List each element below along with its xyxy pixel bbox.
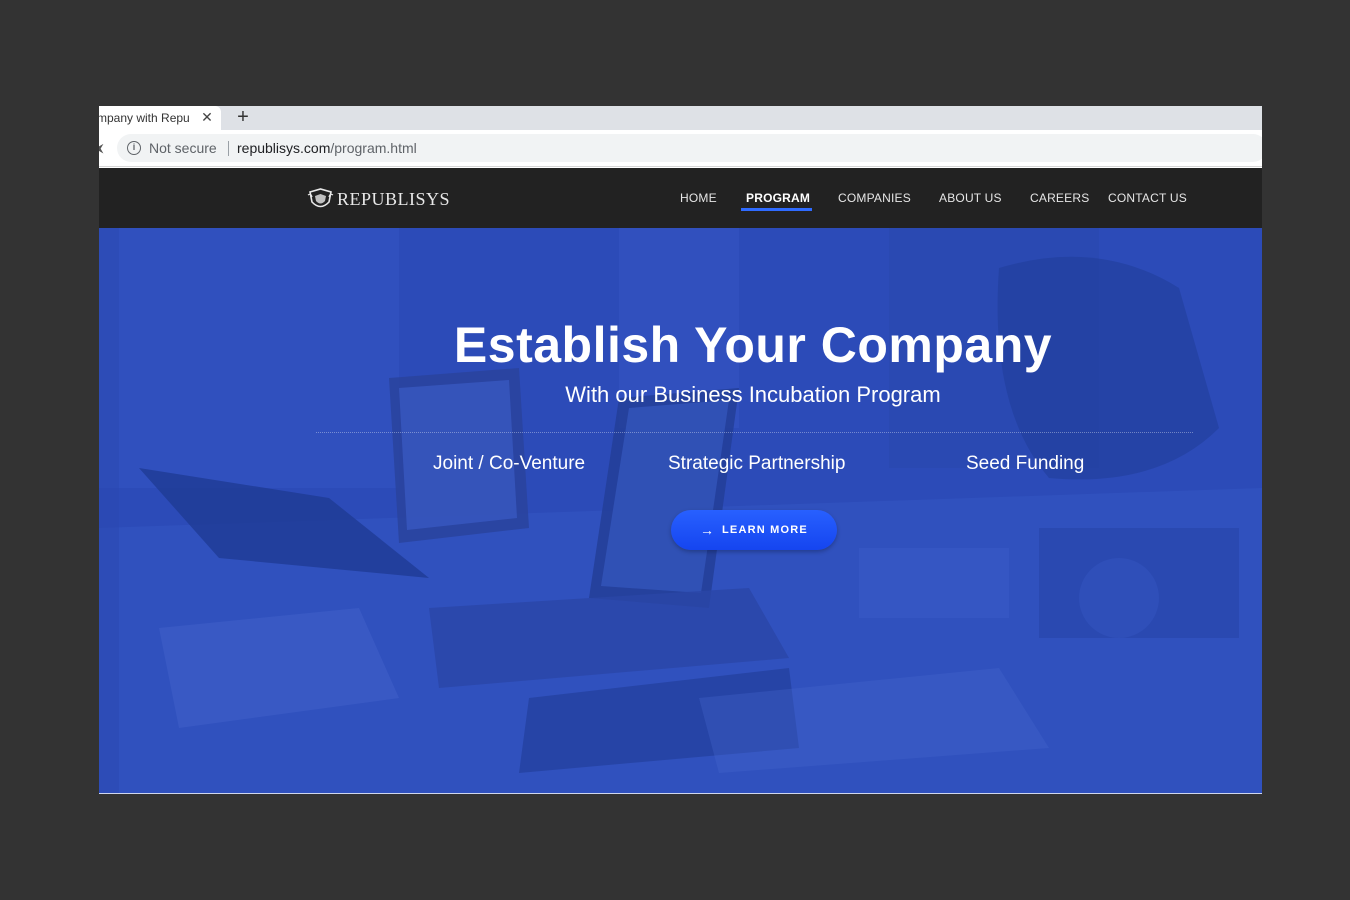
brand-logo[interactable]: REPUBLISYS	[307, 186, 450, 212]
url-text[interactable]: republisys.com/program.html	[237, 140, 417, 156]
close-tab-icon[interactable]: ✕	[200, 110, 214, 124]
tab-strip: mpany with Repu ✕ +	[99, 106, 1262, 130]
browser-toolbar: ⮜ i Not secure republisys.com/program.ht…	[99, 130, 1262, 167]
feature-joint-venture: Joint / Co-Venture	[433, 453, 586, 474]
nav-home[interactable]: HOME	[680, 191, 717, 205]
address-bar[interactable]: i Not secure republisys.com/program.html	[117, 134, 1262, 162]
new-tab-icon[interactable]: +	[234, 107, 252, 127]
hero-subtitle: With our Business Incubation Program	[565, 382, 941, 407]
url-host: republisys.com	[237, 140, 331, 156]
feature-seed-funding: Seed Funding	[966, 453, 1085, 474]
back-arrow-icon[interactable]: ⮜	[99, 141, 105, 155]
nav-contact-us[interactable]: CONTACT US	[1108, 191, 1187, 205]
brand-name: REPUBLISYS	[337, 188, 451, 209]
hero-title: Establish Your Company	[453, 317, 1053, 373]
learn-more-label: LEARN MORE	[722, 524, 808, 536]
browser-window: mpany with Repu ✕ + ⮜ i Not secure repub…	[99, 106, 1262, 794]
divider	[228, 141, 229, 156]
divider	[316, 432, 1193, 433]
hero-background-image	[99, 228, 1262, 793]
browser-tab[interactable]: mpany with Repu ✕	[99, 106, 221, 130]
divider	[99, 793, 1262, 794]
site-navbar: REPUBLISYS HOME PROGRAM COMPANIES ABOUT …	[99, 168, 1262, 228]
nav-about-us[interactable]: ABOUT US	[939, 191, 1002, 205]
hero-section: Establish Your Company With our Business…	[99, 228, 1262, 793]
learn-more-button[interactable]: → LEARN MORE	[671, 510, 837, 550]
url-path: /program.html	[330, 140, 417, 156]
security-status: Not secure	[149, 140, 217, 156]
tab-title: mpany with Repu	[99, 111, 190, 125]
active-nav-indicator	[741, 208, 812, 211]
nav-program[interactable]: PROGRAM	[746, 191, 810, 205]
feature-strategic-partnership: Strategic Partnership	[668, 453, 846, 474]
nav-companies[interactable]: COMPANIES	[838, 191, 911, 205]
info-icon[interactable]: i	[127, 141, 141, 155]
arrow-right-icon: →	[700, 522, 715, 538]
nav-careers[interactable]: CAREERS	[1030, 191, 1089, 205]
shield-crest-icon	[307, 187, 334, 207]
